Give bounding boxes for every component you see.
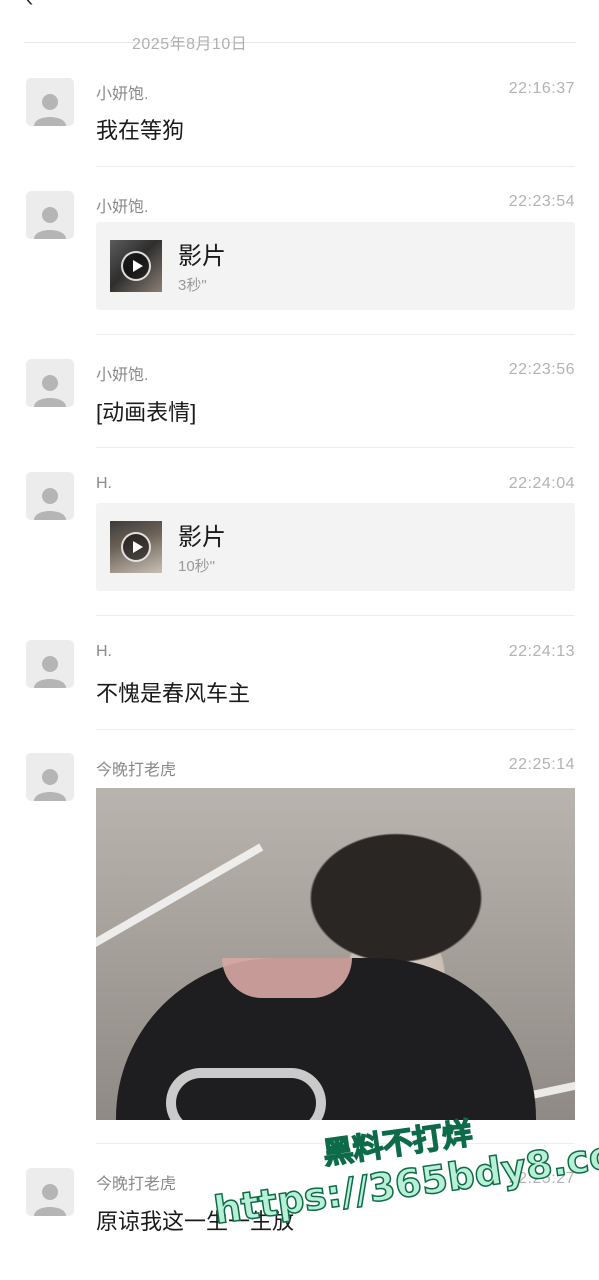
message-text[interactable]: 我在等狗 <box>96 113 184 145</box>
play-icon <box>121 251 151 281</box>
back-arrow-icon[interactable]: ‹ <box>26 0 33 12</box>
message-separator <box>96 615 575 616</box>
photo-light-streak <box>96 843 264 961</box>
message-time: 22:24:04 <box>508 475 575 492</box>
message-time: 22:24:13 <box>508 643 575 660</box>
message-separator <box>96 729 575 730</box>
image-message[interactable] <box>96 788 575 1120</box>
message-time: 22:16:37 <box>508 80 575 97</box>
video-title: 影片 <box>178 524 226 551</box>
message-time: 22:23:56 <box>508 361 575 378</box>
date-label: 2025年8月10日 <box>132 36 248 53</box>
video-title: 影片 <box>178 243 226 270</box>
message-separator <box>96 166 575 167</box>
default-avatar-icon[interactable] <box>26 191 74 239</box>
sender-name[interactable]: 小妍饱. <box>96 80 148 104</box>
date-divider: 2025年8月10日 <box>24 28 576 56</box>
default-avatar-icon[interactable] <box>26 472 74 520</box>
divider-line-right <box>300 41 576 43</box>
video-thumbnail <box>110 240 162 292</box>
message-time: 22:25:14 <box>508 756 575 773</box>
message-text[interactable]: [动画表情] <box>96 395 196 427</box>
default-avatar-icon[interactable] <box>26 753 74 801</box>
default-avatar-icon[interactable] <box>26 359 74 407</box>
sender-name[interactable]: H. <box>96 475 112 493</box>
message-text[interactable]: 不愧是春风车主 <box>96 676 250 708</box>
photo-collar <box>222 958 352 998</box>
message-time: 22:23:54 <box>508 193 575 210</box>
video-message-card[interactable]: 影片 10秒" <box>96 503 575 591</box>
sender-name[interactable]: 小妍饱. <box>96 361 148 385</box>
sender-name[interactable]: 小妍饱. <box>96 193 148 217</box>
video-duration: 3秒" <box>178 277 207 294</box>
video-thumbnail <box>110 521 162 573</box>
message-separator <box>96 334 575 335</box>
default-avatar-icon[interactable] <box>26 1168 74 1216</box>
sender-name[interactable]: 今晚打老虎 <box>96 1170 176 1194</box>
video-duration: 10秒" <box>178 558 216 575</box>
video-message-card[interactable]: 影片 3秒" <box>96 222 575 310</box>
message-separator <box>96 447 575 448</box>
default-avatar-icon[interactable] <box>26 78 74 126</box>
play-icon <box>121 532 151 562</box>
sender-name[interactable]: H. <box>96 643 112 661</box>
chat-history-page: ‹ 2025年8月10日 小妍饱. 22:16:37 我在等狗 小妍饱. 22:… <box>0 0 599 1280</box>
default-avatar-icon[interactable] <box>26 640 74 688</box>
sender-name[interactable]: 今晚打老虎 <box>96 756 176 780</box>
photo-shirt-logo <box>166 1068 326 1120</box>
